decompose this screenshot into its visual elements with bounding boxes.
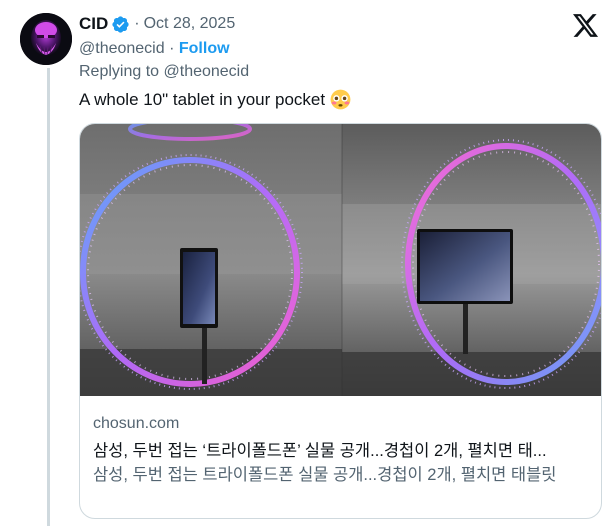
avatar[interactable] (20, 13, 72, 65)
card-title[interactable]: 삼성, 두번 접는 ‘트라이폴드폰’ 실물 공개...경첩이 2개, 펼치면 태… (93, 439, 593, 463)
reply-to-handle[interactable]: @theonecid (164, 63, 250, 80)
tweet-embed: CID · Oct 28, 2025 @theonecid · Follow R… (0, 0, 611, 526)
tweet-header: CID · Oct 28, 2025 (79, 13, 235, 35)
link-preview-card[interactable]: chosun.com 삼성, 두번 접는 ‘트라이폴드폰’ 실물 공개...경첩… (79, 123, 602, 519)
author-name[interactable]: CID (79, 14, 108, 34)
card-footer: chosun.com 삼성, 두번 접는 ‘트라이폴드폰’ 실물 공개...경첩… (93, 413, 593, 487)
avatar-portrait-icon (20, 13, 72, 65)
card-description: 삼성, 두번 접는 트라이폴드폰 실물 공개...경첩이 2개, 펼치면 태블릿 (93, 466, 557, 484)
tweet-body: A whole 10" tablet in your pocket (79, 89, 326, 109)
flushed-face-emoji-icon (330, 89, 351, 110)
card-domain: chosun.com (93, 415, 180, 432)
tweet-text: A whole 10" tablet in your pocket (79, 89, 351, 110)
reply-context: Replying to @theonecid (79, 63, 249, 81)
tweet-date[interactable]: Oct 28, 2025 (144, 15, 236, 33)
author-handle[interactable]: @theonecid (79, 40, 165, 57)
card-image[interactable] (80, 124, 601, 396)
handle-row: @theonecid · Follow (79, 40, 230, 58)
header-separator: · (134, 15, 140, 32)
reply-prefix: Replying to (79, 63, 160, 80)
handle-separator: · (169, 40, 175, 57)
verified-badge-icon (112, 15, 129, 33)
x-logo-icon[interactable] (573, 14, 599, 38)
follow-button[interactable]: Follow (179, 40, 230, 57)
thread-connector-line (47, 68, 50, 526)
